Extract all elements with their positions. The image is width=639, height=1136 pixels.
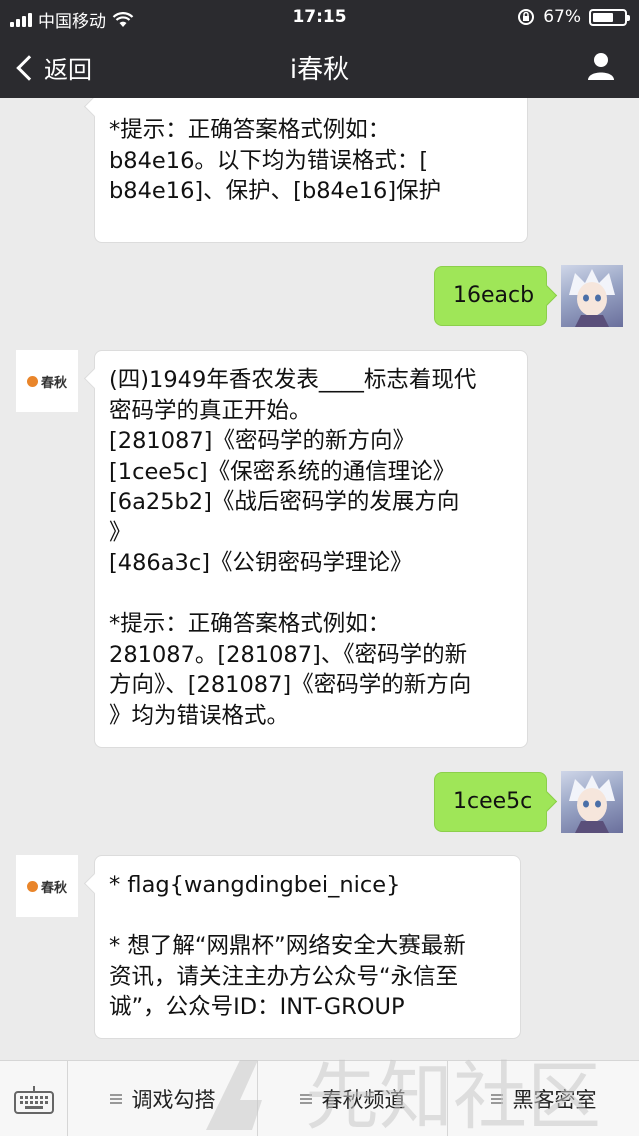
bot-avatar[interactable]: 春秋 bbox=[16, 350, 78, 412]
message-line bbox=[109, 579, 513, 610]
avatar-image bbox=[569, 775, 615, 833]
message-line: [281087]《密码学的新方向》 bbox=[109, 428, 415, 454]
ichunqiu-logo-icon bbox=[26, 375, 38, 387]
message-line: (四)1949年香农发表____标志着现代 bbox=[109, 367, 477, 393]
message-bubble[interactable]: *提示：正确答案格式例如： b84e16。以下均为错误格式：[ b84e16]、… bbox=[94, 98, 528, 243]
message-line: [1cee5c]《保密系统的通信理论》 bbox=[109, 458, 456, 485]
hamburger-icon bbox=[109, 1094, 122, 1104]
menu-item-label: 调戏勾搭 bbox=[131, 1088, 216, 1112]
hamburger-icon bbox=[490, 1094, 503, 1104]
message-text: 1cee5c bbox=[453, 789, 533, 814]
message-line: [6a25b2]《战后密码学的发展方向 bbox=[109, 489, 460, 515]
status-bar: 中国移动 17:15 67% bbox=[0, 0, 639, 36]
keyboard-toggle-button[interactable] bbox=[0, 1061, 68, 1136]
message-line: 密码学的真正开始。 bbox=[109, 397, 312, 424]
message-line: 资讯，请关注主办方公众号“永信至 bbox=[109, 963, 459, 990]
message-line: 方向》、[281087]《密码学的新方向 bbox=[109, 672, 472, 698]
ichunqiu-logo-icon bbox=[26, 880, 38, 892]
menu-item-mishi[interactable]: 黑客密室 bbox=[448, 1061, 639, 1136]
bot-logo-text: 春秋 bbox=[40, 375, 67, 391]
menu-item-tiaoxi[interactable]: 调戏勾搭 bbox=[68, 1061, 258, 1136]
message-text: 16eacb bbox=[453, 283, 535, 308]
page-title: i春秋 bbox=[289, 55, 350, 85]
nav-bar: 返回 i春秋 bbox=[0, 36, 639, 98]
message-line: *提示：正确答案格式例如： bbox=[109, 117, 391, 143]
person-icon[interactable] bbox=[585, 50, 617, 82]
message-line: 诚”，公众号ID：INT-GROUP bbox=[109, 994, 405, 1020]
message-line: 281087。[281087]、《密码学的新 bbox=[109, 641, 468, 668]
message-bubble[interactable]: (四)1949年香农发表____标志着现代 密码学的真正开始。 [281087]… bbox=[94, 350, 528, 748]
bottom-menu-bar: 调戏勾搭 春秋频道 黑客密室 bbox=[0, 1060, 639, 1136]
message-line: * flag{wangdingbei_nice} bbox=[109, 872, 401, 898]
message-bubble-user[interactable]: 1cee5c bbox=[434, 772, 547, 832]
message-line: [486a3c]《公钥密码学理论》 bbox=[109, 550, 413, 576]
message-line: b84e16。以下均为错误格式：[ bbox=[109, 147, 429, 174]
battery-icon bbox=[589, 8, 630, 26]
message-bubble[interactable]: * flag{wangdingbei_nice} * 想了解“网鼎杯”网络安全大… bbox=[94, 855, 521, 1039]
bot-logo-text: 春秋 bbox=[40, 880, 67, 896]
message-bubble-user[interactable]: 16eacb bbox=[434, 266, 547, 326]
chat-area[interactable]: *提示：正确答案格式例如： b84e16。以下均为错误格式：[ b84e16]、… bbox=[0, 98, 639, 1060]
message-line: b84e16]、保护、[b84e16]保护 bbox=[109, 178, 442, 204]
message-line bbox=[109, 901, 506, 932]
avatar[interactable] bbox=[561, 771, 623, 833]
message-line: * 想了解“网鼎杯”网络安全大赛最新 bbox=[109, 933, 466, 959]
menu-item-pindao[interactable]: 春秋频道 bbox=[258, 1061, 448, 1136]
menu-item-label: 黑客密室 bbox=[512, 1088, 597, 1112]
status-right: 67% bbox=[517, 7, 630, 27]
hamburger-icon bbox=[299, 1094, 312, 1104]
avatar[interactable] bbox=[561, 265, 623, 327]
message-line: 》 bbox=[109, 519, 132, 546]
avatar-image bbox=[569, 269, 615, 327]
menu-item-label: 春秋频道 bbox=[321, 1088, 406, 1112]
keyboard-icon bbox=[13, 1086, 54, 1114]
bot-avatar[interactable]: 春秋 bbox=[16, 855, 78, 917]
rotation-lock-icon bbox=[518, 9, 535, 25]
message-line: 》均为错误格式。 bbox=[109, 702, 290, 729]
battery-percent: 67% bbox=[543, 7, 581, 27]
message-line: *提示：正确答案格式例如： bbox=[109, 611, 391, 637]
